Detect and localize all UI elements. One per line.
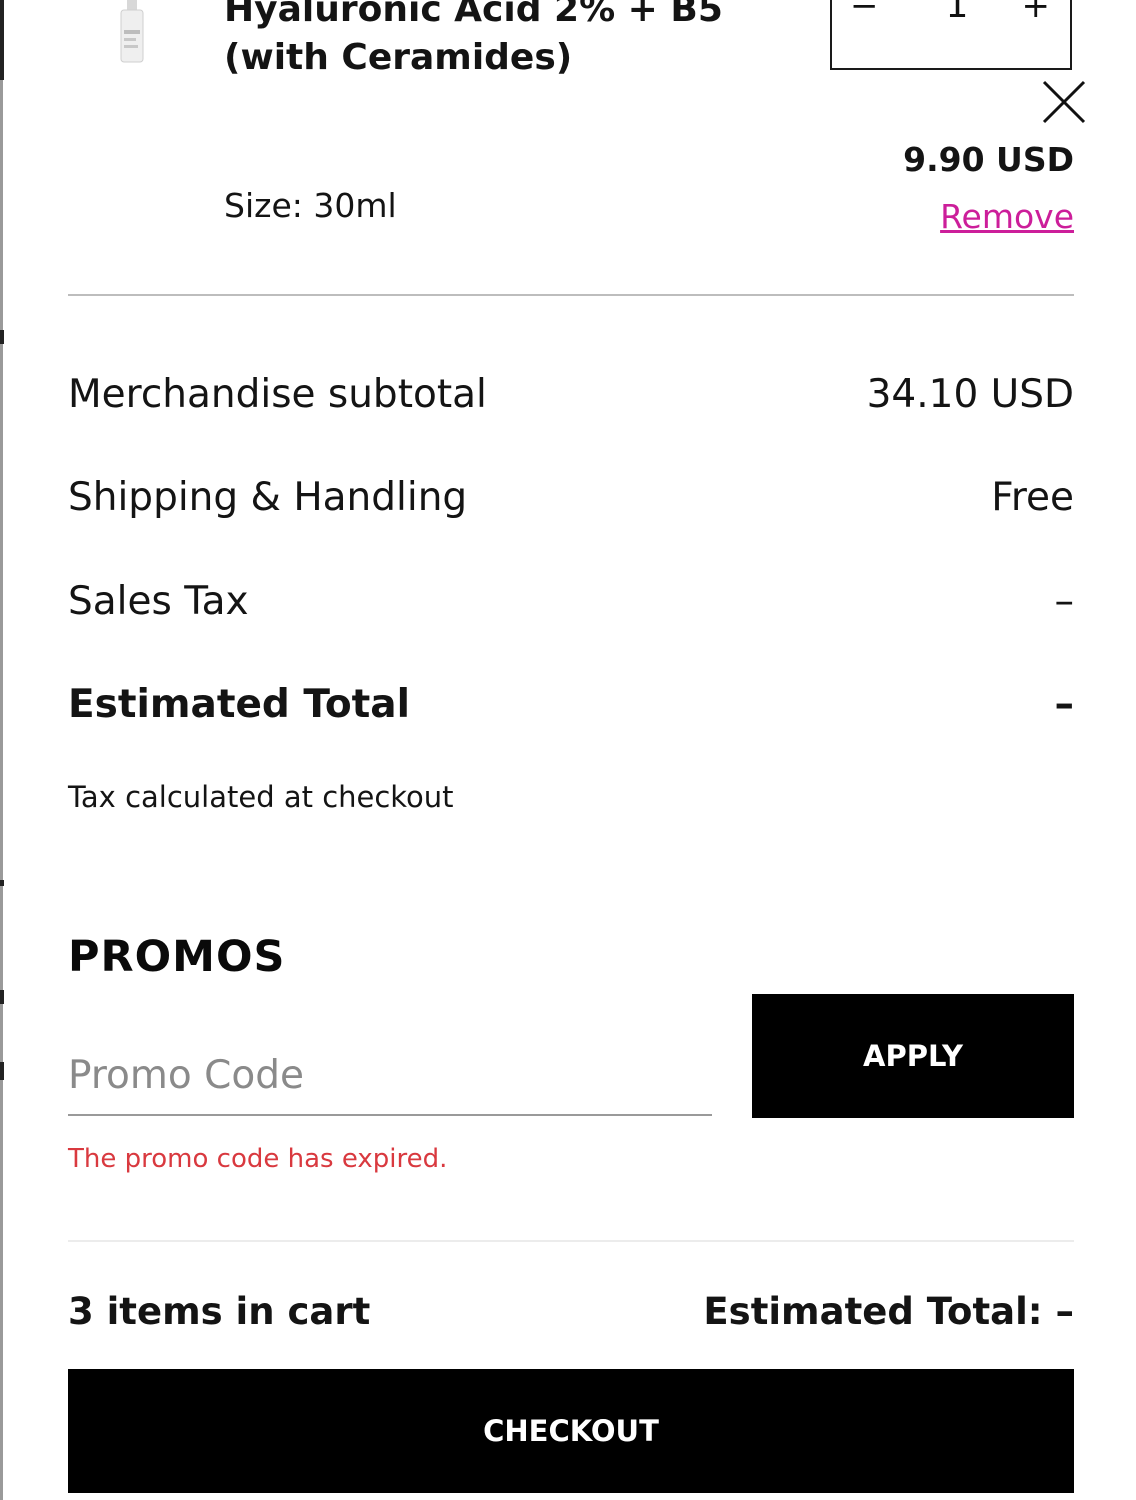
quantity-value: 1 <box>945 0 969 26</box>
product-name[interactable]: Hyaluronic Acid 2% + B5 (with Ceramides) <box>224 0 784 82</box>
cart-item-count: 3 items in cart <box>68 1290 371 1333</box>
footer-estimated-total: Estimated Total: – <box>703 1290 1074 1333</box>
summary-row-subtotal: Merchandise subtotal 34.10 USD <box>68 369 1074 419</box>
summary-row-sales-tax: Sales Tax – <box>68 576 1074 626</box>
edge-mark <box>0 1062 4 1080</box>
edge-mark <box>0 990 4 1004</box>
remove-link[interactable]: Remove <box>940 197 1074 236</box>
tax-note: Tax calculated at checkout <box>68 780 454 814</box>
summary-value: Free <box>991 474 1074 520</box>
divider <box>68 294 1074 296</box>
checkout-button[interactable]: CHECKOUT <box>68 1369 1074 1493</box>
summary-row-shipping: Shipping & Handling Free <box>68 472 1074 522</box>
size-label: Size: <box>224 186 303 225</box>
edge-mark <box>0 0 4 80</box>
decrease-quantity-button[interactable]: − <box>850 0 879 26</box>
summary-label: Sales Tax <box>68 578 249 624</box>
summary-label: Shipping & Handling <box>68 474 468 520</box>
serum-bottle-icon <box>120 0 144 63</box>
summary-label: Merchandise subtotal <box>68 371 487 417</box>
promo-error-message: The promo code has expired. <box>68 1144 448 1174</box>
apply-promo-button[interactable]: APPLY <box>752 994 1074 1118</box>
close-icon[interactable] <box>1040 78 1088 126</box>
increase-quantity-button[interactable]: + <box>1022 0 1051 26</box>
edge-mark <box>0 880 4 886</box>
size-value: 30ml <box>313 186 397 225</box>
promo-code-input[interactable] <box>68 1036 712 1116</box>
summary-row-estimated-total: Estimated Total – <box>68 679 1074 729</box>
summary-label: Estimated Total <box>68 681 410 727</box>
quantity-stepper: − 1 + <box>830 0 1072 70</box>
edge-mark <box>0 330 4 344</box>
promos-heading: PROMOS <box>68 932 286 982</box>
item-price: 9.90 USD <box>903 140 1074 179</box>
summary-value: – <box>1054 681 1075 727</box>
divider <box>68 1240 1074 1242</box>
summary-value: – <box>1054 578 1075 624</box>
summary-value: 34.10 USD <box>866 371 1074 417</box>
product-size: Size: 30ml <box>224 186 397 225</box>
window-edge <box>0 0 3 1500</box>
